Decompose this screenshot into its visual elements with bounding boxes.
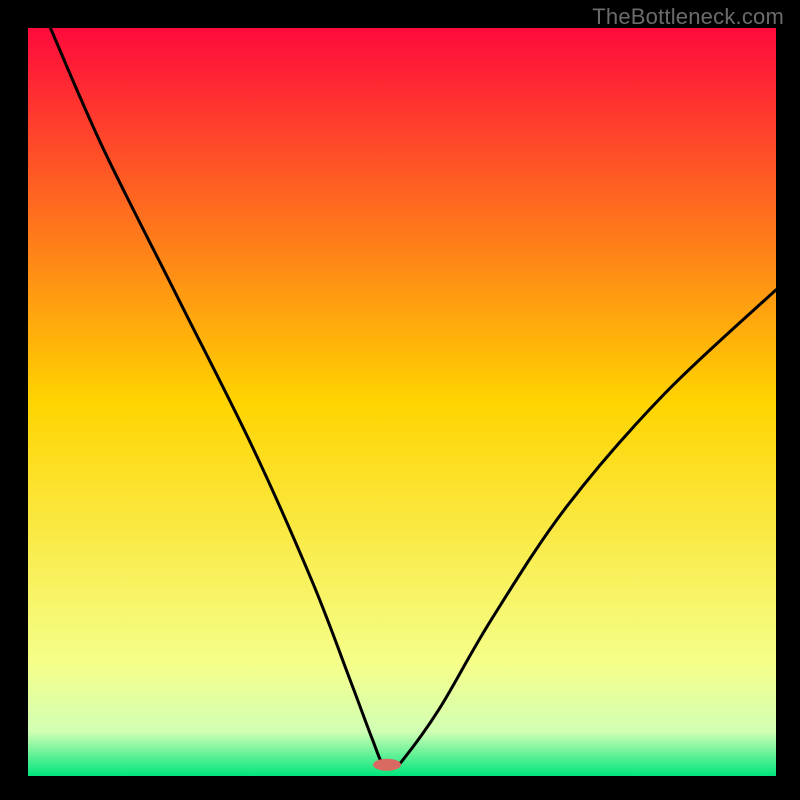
chart-frame: TheBottleneck.com (0, 0, 800, 800)
attribution-label: TheBottleneck.com (592, 4, 784, 30)
plot-area (28, 28, 776, 776)
bottleneck-chart (28, 28, 776, 776)
optimal-point-marker (373, 759, 401, 771)
gradient-background (28, 28, 776, 776)
